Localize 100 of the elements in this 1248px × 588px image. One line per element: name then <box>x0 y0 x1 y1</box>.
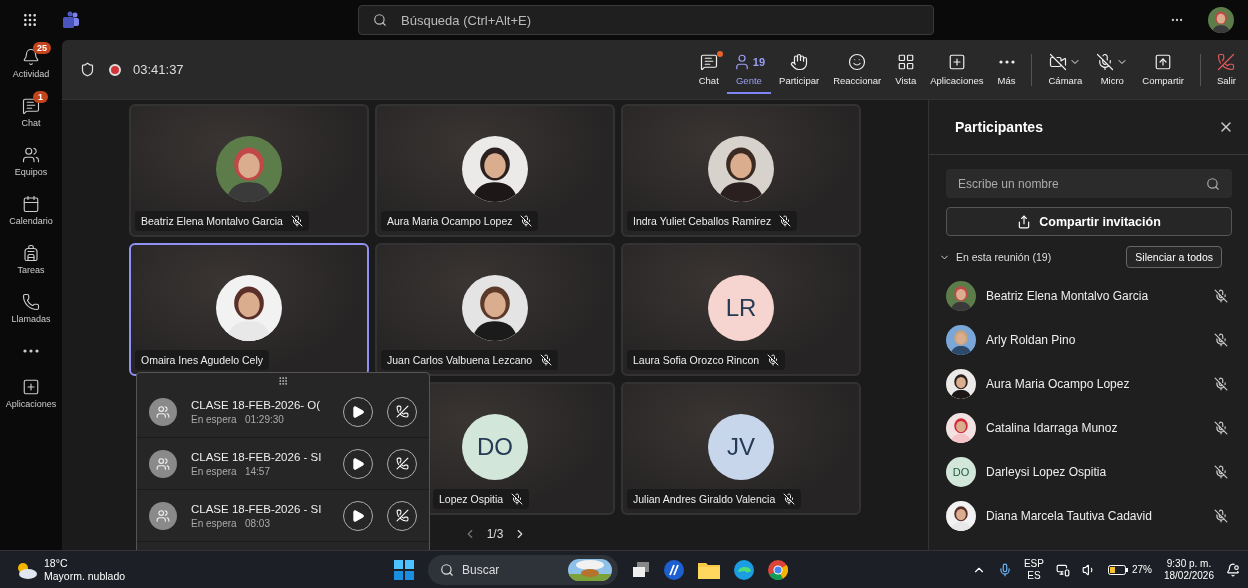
toolbar-button[interactable]: Compartir <box>1136 45 1190 94</box>
rail-icon <box>22 195 40 213</box>
shield-icon <box>80 62 95 77</box>
play-icon <box>351 404 365 419</box>
edge-browser-icon[interactable] <box>734 559 754 580</box>
toolbar-icon <box>998 60 1015 64</box>
toolbar-button[interactable]: 19 Gente <box>726 45 772 94</box>
windows-logo-icon[interactable] <box>394 559 414 580</box>
rail-item[interactable]: Chat 1 <box>0 91 62 132</box>
name-text: Aura Maria Ocampo Lopez <box>387 215 513 227</box>
toolbar-button[interactable]: Salir <box>1211 45 1242 94</box>
participant-row[interactable]: Arly Roldan Pino <box>929 318 1248 362</box>
language-indicator[interactable]: ESP ES <box>1023 557 1044 582</box>
clock[interactable]: 9:30 p. m. 18/02/2026 <box>1163 557 1214 582</box>
participant-name: Aura Maria Ocampo Lopez <box>986 377 1131 391</box>
rail-item[interactable]: Llamadas <box>0 287 62 328</box>
search-icon <box>373 13 387 27</box>
rail-item[interactable]: Equipos <box>0 140 62 181</box>
participant-name: Darleysi Lopez Ospitia <box>986 465 1108 479</box>
participant-row[interactable]: Diana Marcela Tautiva Cadavid <box>929 494 1248 538</box>
call-title: CLASE 18-FEB-2026- O( <box>191 398 322 411</box>
toolbar-button[interactable]: Aplicaciones <box>924 45 990 94</box>
video-tile[interactable]: Juan Carlos Valbuena Lezcano <box>375 243 615 376</box>
initials-avatar: DO <box>462 414 528 480</box>
toolbar-icon <box>848 53 867 71</box>
mute-all-button[interactable]: Silenciar a todos <box>1126 246 1222 268</box>
initials-avatar: JV <box>708 414 774 480</box>
call-title: CLASE 18-FEB-2026 - SI <box>191 502 323 515</box>
name-text: Laura Sofia Orozco Rincon <box>633 354 760 366</box>
group-avatar-icon <box>149 501 177 530</box>
toolbar-button[interactable]: Más <box>991 45 1022 94</box>
toolbar-icon <box>1217 53 1236 71</box>
notification-bell-icon[interactable] <box>1226 562 1240 577</box>
search-icon <box>1206 176 1220 191</box>
video-tile[interactable]: Omaira Ines Agudelo Cely <box>129 243 369 376</box>
logo-icon[interactable] <box>664 559 684 580</box>
app-launcher-icon[interactable] <box>22 12 38 28</box>
video-tile[interactable]: LR Laura Sofia Orozco Rincon <box>621 243 861 376</box>
call-title: CLASE 18-FEB-2026 - SI <box>191 450 323 463</box>
participant-name: Arly Roldan Pino <box>986 333 1077 347</box>
group-avatar-icon <box>149 397 177 426</box>
name-text: Juan Carlos Valbuena Lezcano <box>387 354 533 366</box>
toolbar-icon <box>1049 53 1068 71</box>
rail-icon <box>22 293 40 311</box>
network-icon[interactable] <box>1055 562 1070 577</box>
call-status: En espera 14:57 <box>191 465 271 477</box>
toolbar-icon <box>790 53 809 71</box>
chrome-browser-icon[interactable] <box>768 559 788 580</box>
name-search-field[interactable]: Escribe un nombre <box>946 169 1232 198</box>
drag-handle-icon[interactable] <box>278 376 288 386</box>
video-tile[interactable]: Indra Yuliet Ceballos Ramirez <box>621 104 861 237</box>
rail-icon <box>22 378 40 396</box>
rail-item[interactable]: Aplicaciones <box>0 372 62 413</box>
search-field[interactable]: Búsqueda (Ctrl+Alt+E) <box>358 5 934 35</box>
share-icon <box>1017 214 1032 229</box>
participant-row[interactable]: Catalina Idarraga Munoz <box>929 406 1248 450</box>
toolbar-button[interactable]: Participar <box>773 45 826 94</box>
meeting-timer: 03:41:37 <box>133 62 184 77</box>
play-icon <box>351 508 365 523</box>
toolbar-icon <box>896 53 915 71</box>
rail-item[interactable]: Actividad 25 <box>0 42 62 83</box>
name-text: Julian Andres Giraldo Valencia <box>633 493 776 505</box>
toolbar-button[interactable]: Reaccionar <box>827 45 888 94</box>
notification-badge: 1 <box>33 91 48 103</box>
panel-title: Participantes <box>955 119 1043 135</box>
participant-row[interactable]: Beatriz Elena Montalvo Garcia <box>929 274 1248 318</box>
toolbar-icon <box>1096 53 1115 71</box>
folder-icon[interactable] <box>698 560 720 579</box>
task-view-icon[interactable] <box>632 560 650 579</box>
call-status: En espera 08:03 <box>191 517 271 529</box>
video-tile[interactable]: JV Julian Andres Giraldo Valencia <box>621 382 861 515</box>
group-avatar-icon <box>149 449 177 478</box>
participant-row[interactable]: Aura Maria Ocampo Lopez <box>929 362 1248 406</box>
rail-icon <box>22 244 40 262</box>
participant-name: Diana Marcela Tautiva Cadavid <box>986 509 1153 523</box>
name-text: Indra Yuliet Ceballos Ramirez <box>633 215 772 227</box>
video-tile[interactable]: Aura Maria Ocampo Lopez <box>375 104 615 237</box>
battery-icon[interactable] <box>1107 564 1128 575</box>
video-tile[interactable]: Beatriz Elena Montalvo Garcia <box>129 104 369 237</box>
toolbar-button[interactable]: Cámara <box>1042 45 1089 94</box>
rail-item[interactable]: Tareas <box>0 238 62 279</box>
toolbar-icon <box>699 53 718 71</box>
initials-avatar: LR <box>708 275 774 341</box>
toolbar-button[interactable]: Chat <box>692 45 725 94</box>
participant-row[interactable]: DO Darleysi Lopez Ospitia <box>929 450 1248 494</box>
toolbar-button[interactable]: Vista <box>889 45 923 94</box>
rail-item[interactable]: Calendario <box>0 189 62 230</box>
name-text: Beatriz Elena Montalvo Garcia <box>141 215 283 227</box>
search-icon <box>440 562 454 577</box>
share-invitation-button[interactable]: Compartir invitación <box>946 207 1232 236</box>
more-icon <box>23 349 39 353</box>
battery-percent: 27% <box>1131 564 1152 575</box>
phone-hang-up-icon <box>395 405 409 418</box>
teams-logo-icon[interactable] <box>62 11 80 29</box>
notification-badge: 25 <box>33 42 51 54</box>
call-status: En espera 01:29:30 <box>191 413 285 425</box>
taskbar-search-field[interactable]: Buscar <box>428 554 618 585</box>
microphone-icon[interactable] <box>997 562 1012 577</box>
section-toggle[interactable]: En esta reunión (19) <box>939 251 1052 263</box>
toolbar-button[interactable]: Micro <box>1090 45 1135 94</box>
